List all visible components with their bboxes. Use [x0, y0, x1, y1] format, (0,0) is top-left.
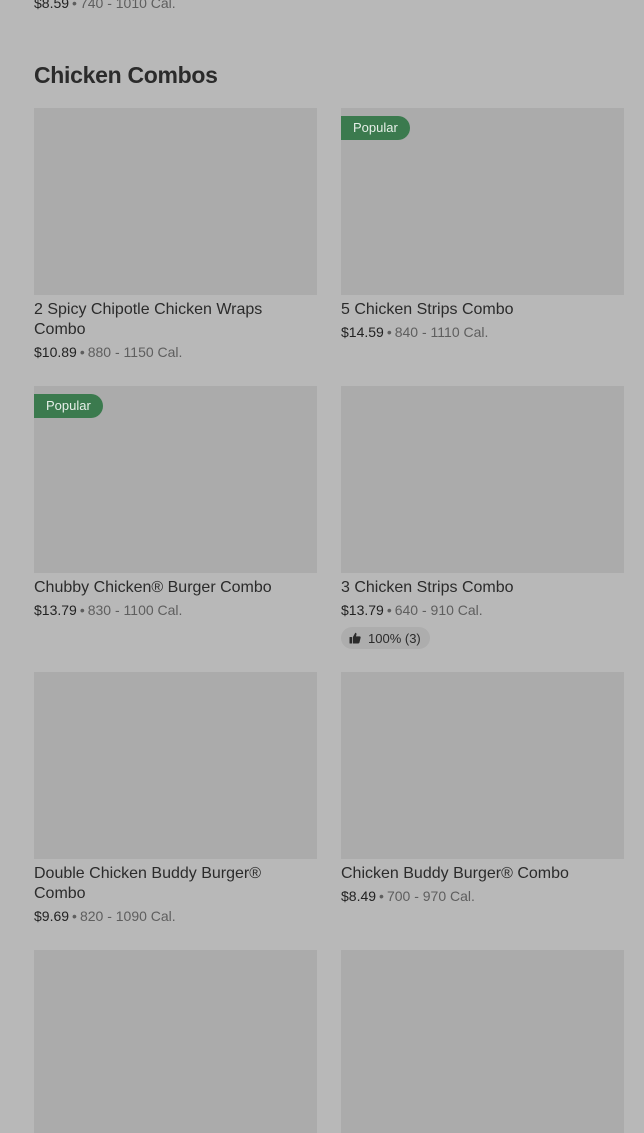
item-image[interactable] — [34, 108, 317, 295]
item-name[interactable]: 3 Chicken Strips Combo — [341, 578, 624, 598]
menu-item-card[interactable]: 3 Chicken Strips Combo $13.79 • 640 - 910 … — [341, 386, 624, 649]
separator-dot: • — [72, 0, 77, 11]
popular-badge: Popular — [341, 116, 410, 140]
thumbs-up-icon — [349, 632, 361, 644]
item-meta: $14.59 • 840 - 1110 Cal. — [341, 323, 624, 341]
previous-item-meta: $8.59 • 740 - 1010 Cal. — [34, 0, 176, 12]
item-image[interactable] — [341, 386, 624, 573]
item-calories: 640 - 910 Cal. — [394, 602, 483, 618]
separator-dot: • — [386, 324, 392, 340]
item-calories: 820 - 1090 Cal. — [79, 908, 176, 924]
rating-badge: 100% (3) — [341, 627, 430, 649]
item-name[interactable]: Chubby Chicken® Burger Combo — [34, 578, 317, 598]
popular-badge: Popular — [34, 394, 103, 418]
item-name[interactable]: Chicken Buddy Burger® Combo — [341, 864, 624, 884]
rating-text: 100% (3) — [368, 630, 421, 646]
item-image[interactable] — [34, 672, 317, 859]
item-meta: $8.49 • 700 - 970 Cal. — [341, 887, 624, 905]
item-meta: $13.79 • 640 - 910 Cal. — [341, 601, 624, 619]
item-name[interactable]: Double Chicken Buddy Burger® Combo — [34, 864, 317, 904]
menu-item-card[interactable]: Popular 5 Chicken Strips Combo $14.59 • 84… — [341, 108, 624, 341]
item-meta: $10.89 • 880 - 1150 Cal. — [34, 343, 317, 361]
item-image[interactable]: Popular — [341, 108, 624, 295]
item-name[interactable]: 5 Chicken Strips Combo — [341, 300, 624, 320]
menu-item-card[interactable]: Chicken Buddy Burger® Combo $8.49 • 700 - … — [341, 672, 624, 905]
item-price: $8.49 — [341, 888, 377, 904]
item-image[interactable] — [34, 950, 317, 1133]
section-title: Chicken Combos — [34, 62, 218, 88]
separator-dot: • — [379, 888, 384, 904]
menu-item-card[interactable]: 2 Spicy Chipotle Chicken Wraps Combo $10… — [34, 108, 317, 361]
item-meta: $13.79 • 830 - 1100 Cal. — [34, 601, 317, 619]
menu-item-card[interactable]: Double Chicken Buddy Burger® Combo $9.69… — [34, 672, 317, 925]
separator-dot: • — [79, 344, 85, 360]
menu-item-card[interactable] — [34, 950, 317, 1133]
item-price: $13.79 — [34, 602, 77, 618]
item-calories: 740 - 1010 Cal. — [79, 0, 176, 11]
separator-dot: • — [72, 908, 77, 924]
item-name[interactable]: 2 Spicy Chipotle Chicken Wraps Combo — [34, 300, 317, 340]
item-calories: 830 - 1100 Cal. — [87, 602, 183, 618]
item-price: $14.59 — [341, 324, 384, 340]
item-image[interactable]: Popular — [34, 386, 317, 573]
item-price: $8.59 — [34, 0, 70, 11]
item-calories: 840 - 1110 Cal. — [394, 324, 489, 340]
separator-dot: • — [386, 602, 392, 618]
menu-item-card[interactable]: Popular Chubby Chicken® Burger Combo $13… — [34, 386, 317, 619]
separator-dot: • — [79, 602, 85, 618]
item-price: $10.89 — [34, 344, 77, 360]
item-price: $13.79 — [341, 602, 384, 618]
item-image[interactable] — [341, 672, 624, 859]
item-calories: 700 - 970 Cal. — [386, 888, 475, 904]
item-meta: $9.69 • 820 - 1090 Cal. — [34, 907, 317, 925]
menu-page: $8.59 • 740 - 1010 Cal. Chicken Combos 2 S… — [0, 0, 644, 1133]
item-calories: 880 - 1150 Cal. — [87, 344, 183, 360]
menu-item-card[interactable] — [341, 950, 624, 1133]
item-image[interactable] — [341, 950, 624, 1133]
item-price: $9.69 — [34, 908, 70, 924]
